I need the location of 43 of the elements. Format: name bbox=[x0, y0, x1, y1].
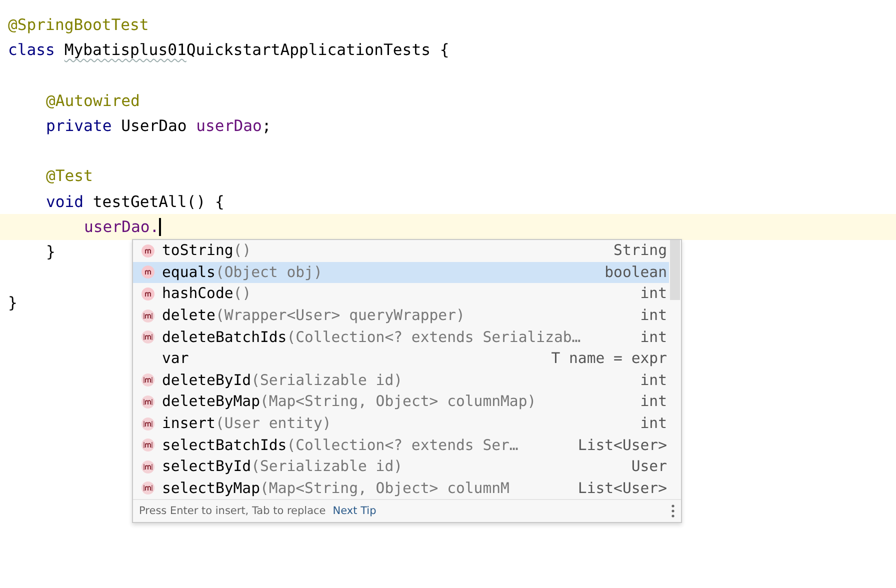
completion-item[interactable]: insert(User entity) int bbox=[133, 412, 669, 434]
method-icon bbox=[141, 394, 155, 409]
method-icon bbox=[141, 244, 155, 258]
code-text: QuickstartApplicationTests { bbox=[186, 40, 450, 59]
more-icon[interactable] bbox=[671, 504, 675, 518]
completion-item[interactable]: delete(Wrapper<User> queryWrapper) int bbox=[133, 304, 669, 326]
code-text: ; bbox=[262, 116, 272, 135]
code-text: testGetAll() { bbox=[92, 192, 224, 211]
hint-text: Press Enter to insert, Tab to replace bbox=[139, 505, 326, 517]
code-text: userDao. bbox=[84, 218, 160, 236]
method-icon bbox=[141, 373, 155, 388]
code-text: UserDao bbox=[121, 116, 187, 135]
code-text: class bbox=[8, 40, 55, 59]
completion-item[interactable]: hashCode() int bbox=[133, 283, 669, 305]
scrollbar-thumb[interactable] bbox=[670, 240, 680, 300]
method-icon bbox=[141, 265, 155, 280]
completion-item[interactable]: selectByMap(Map<String, Object> columnM List<User> bbox=[133, 478, 669, 499]
completion-item[interactable]: deleteByMap(Map<String, Object> columnMap) int bbox=[133, 391, 669, 413]
completion-item[interactable]: selectBatchIds(Collection<? extends Ser… List<User> bbox=[133, 434, 669, 456]
code-text: Mybatisplus01 bbox=[64, 40, 186, 59]
completion-item[interactable]: var T name = expr bbox=[133, 348, 669, 370]
code-text: } bbox=[46, 243, 56, 262]
completion-item[interactable]: equals(Object obj) boolean bbox=[133, 262, 669, 284]
code-text: void bbox=[46, 192, 84, 211]
method-icon bbox=[141, 330, 155, 344]
method-icon bbox=[141, 308, 155, 323]
completion-item[interactable]: deleteBatchIds(Collection<? extends Serializab… int bbox=[133, 326, 669, 348]
method-icon bbox=[141, 438, 155, 452]
method-icon bbox=[141, 481, 155, 496]
code-text: @SpringBootTest bbox=[8, 16, 149, 34]
code-text: @Test bbox=[46, 167, 93, 186]
method-icon bbox=[141, 286, 155, 301]
method-icon bbox=[141, 416, 155, 431]
completion-item[interactable]: selectById(Serializable id) User bbox=[133, 456, 669, 478]
code-text: userDao bbox=[196, 116, 262, 135]
next-tip-link[interactable]: Next Tip bbox=[332, 505, 376, 517]
code-text: private bbox=[46, 116, 112, 135]
completion-item[interactable]: toString() String bbox=[133, 240, 669, 262]
completion-item[interactable]: deleteById(Serializable id) int bbox=[133, 370, 669, 392]
code-text: @Autowired bbox=[46, 92, 140, 110]
text-cursor bbox=[159, 218, 162, 236]
method-icon bbox=[141, 460, 155, 474]
code-text: } bbox=[8, 294, 18, 312]
